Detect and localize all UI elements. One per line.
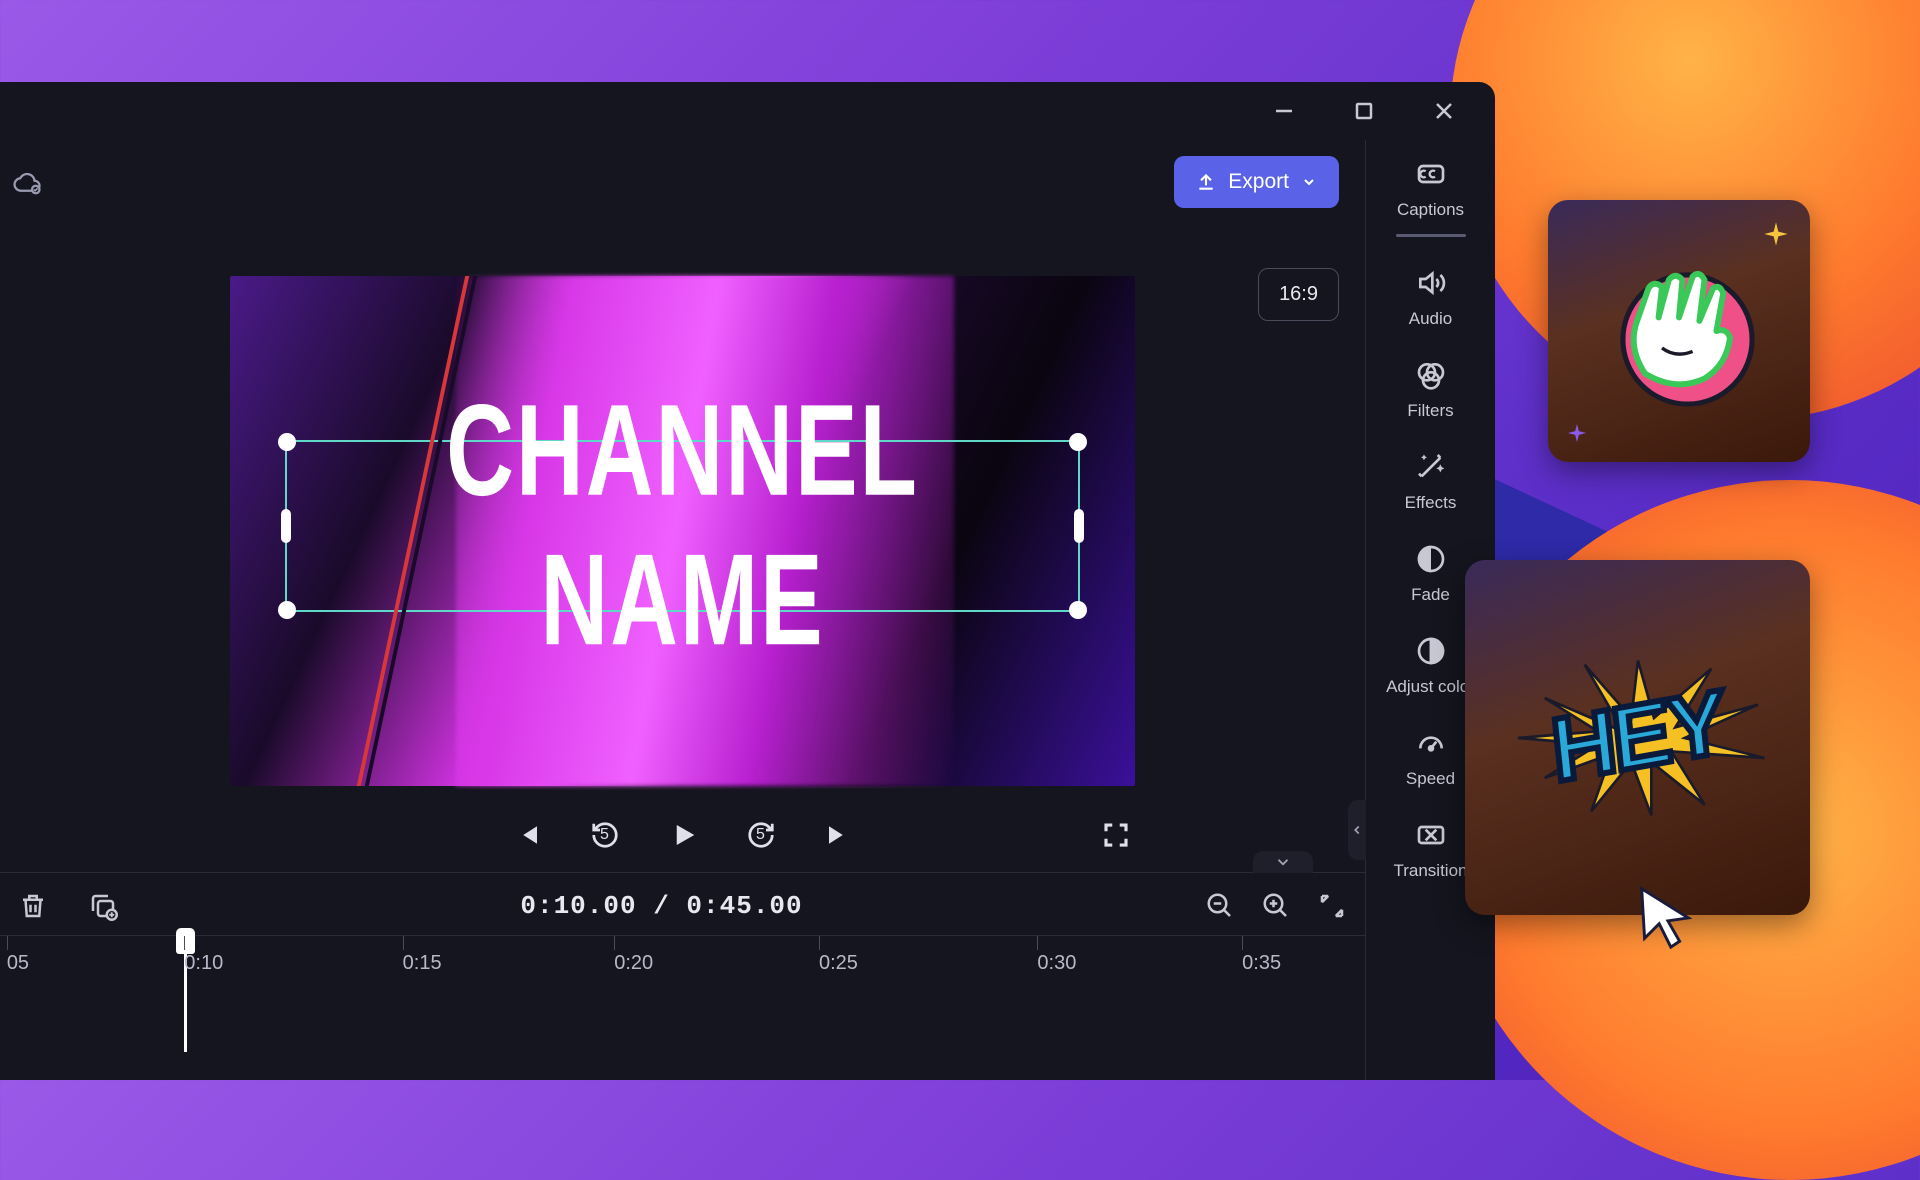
zoom-out-button[interactable] xyxy=(1205,891,1235,921)
overlay-text[interactable]: CHANNEL NAME xyxy=(311,377,1055,676)
resize-handle[interactable] xyxy=(281,509,291,543)
collapse-rail-button[interactable] xyxy=(1348,800,1366,860)
copy-button[interactable] xyxy=(88,891,118,921)
seek-forward-button[interactable]: 5 xyxy=(742,816,780,854)
time-tick: 0:35 xyxy=(1242,936,1281,975)
transition-icon xyxy=(1413,817,1449,853)
preview-canvas[interactable]: CHANNEL NAME xyxy=(230,276,1135,786)
audio-icon xyxy=(1413,265,1449,301)
text-selection-frame[interactable]: CHANNEL NAME xyxy=(285,440,1080,612)
hand-wave-icon xyxy=(1594,246,1764,416)
fade-icon xyxy=(1413,541,1449,577)
rail-item-captions[interactable]: Captions xyxy=(1366,156,1495,237)
upload-icon xyxy=(1196,172,1216,192)
effects-icon xyxy=(1413,449,1449,485)
player-controls: 5 5 xyxy=(230,786,1135,872)
time-tick: 0:10 xyxy=(184,936,223,975)
collapse-timeline-button[interactable] xyxy=(1253,851,1313,873)
speed-icon xyxy=(1413,725,1449,761)
skip-end-button[interactable] xyxy=(820,816,858,854)
time-tick: 0:20 xyxy=(614,936,653,975)
rail-item-filters[interactable]: Filters xyxy=(1366,357,1495,421)
fit-zoom-button[interactable] xyxy=(1317,891,1347,921)
timeline-panel: 0:10.00 / 0:45.00 xyxy=(0,872,1365,1015)
resize-handle[interactable] xyxy=(278,601,296,619)
chevron-down-icon xyxy=(1301,174,1317,190)
sticker-hey: HEY xyxy=(1465,560,1810,915)
resize-handle[interactable] xyxy=(1074,509,1084,543)
sticker-hand xyxy=(1548,200,1810,462)
resize-handle[interactable] xyxy=(278,433,296,451)
time-tick: 05 xyxy=(7,936,29,975)
export-label: Export xyxy=(1228,170,1289,194)
titlebar xyxy=(0,82,1495,140)
resize-handle[interactable] xyxy=(1069,433,1087,451)
export-button[interactable]: Export xyxy=(1174,156,1339,208)
minimize-button[interactable] xyxy=(1265,92,1303,130)
delete-button[interactable] xyxy=(18,891,48,921)
captions-icon xyxy=(1413,156,1449,192)
aspect-ratio-button[interactable]: 16:9 xyxy=(1258,268,1339,321)
zoom-in-button[interactable] xyxy=(1261,891,1291,921)
fullscreen-button[interactable] xyxy=(1097,816,1135,854)
cloud-sync-icon[interactable] xyxy=(12,167,42,197)
timeline-ruler[interactable]: 05 0:10 0:15 0:20 0:25 0:30 0:35 xyxy=(0,935,1365,1015)
timecode: 0:10.00 / 0:45.00 xyxy=(520,891,802,921)
play-button[interactable] xyxy=(664,816,702,854)
rail-item-audio[interactable]: Audio xyxy=(1366,265,1495,329)
time-tick: 0:25 xyxy=(819,936,858,975)
close-button[interactable] xyxy=(1425,92,1463,130)
skip-start-button[interactable] xyxy=(508,816,546,854)
seek-back-button[interactable]: 5 xyxy=(586,816,624,854)
filters-icon xyxy=(1413,357,1449,393)
maximize-button[interactable] xyxy=(1345,92,1383,130)
time-tick: 0:30 xyxy=(1037,936,1076,975)
cursor-icon xyxy=(1630,880,1700,950)
resize-handle[interactable] xyxy=(1069,601,1087,619)
time-tick: 0:15 xyxy=(403,936,442,975)
app-window: Export 16:9 CHANNEL NAME xyxy=(0,82,1495,1080)
adjust-color-icon xyxy=(1413,633,1449,669)
rail-item-effects[interactable]: Effects xyxy=(1366,449,1495,513)
